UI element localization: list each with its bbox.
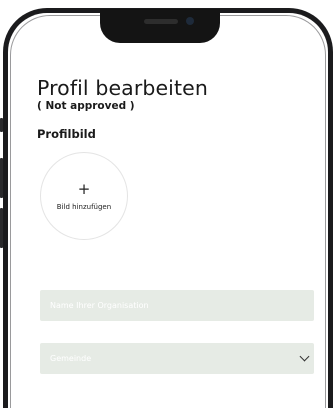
page-content: Profil bearbeiten ( Not approved ) Profi… bbox=[37, 76, 317, 141]
notch bbox=[100, 9, 220, 43]
side-button bbox=[0, 158, 3, 198]
plus-icon: + bbox=[77, 180, 91, 198]
organisation-name-input[interactable]: Name Ihrer Organisation bbox=[40, 290, 314, 321]
gemeinde-select[interactable]: Gemeinde bbox=[40, 343, 314, 374]
chevron-down-icon bbox=[299, 351, 310, 362]
organisation-name-placeholder: Name Ihrer Organisation bbox=[50, 301, 149, 310]
profile-image-heading: Profilbild bbox=[37, 127, 96, 141]
add-image-button[interactable]: + Bild hinzufügen bbox=[40, 152, 128, 240]
page-title: Profil bearbeiten bbox=[37, 76, 208, 100]
speaker bbox=[144, 19, 178, 24]
side-button bbox=[0, 208, 3, 248]
side-button bbox=[0, 118, 3, 132]
add-image-label: Bild hinzufügen bbox=[56, 203, 112, 211]
approval-status: ( Not approved ) bbox=[37, 100, 135, 112]
gemeinde-placeholder: Gemeinde bbox=[50, 354, 92, 363]
camera-icon bbox=[186, 17, 194, 25]
